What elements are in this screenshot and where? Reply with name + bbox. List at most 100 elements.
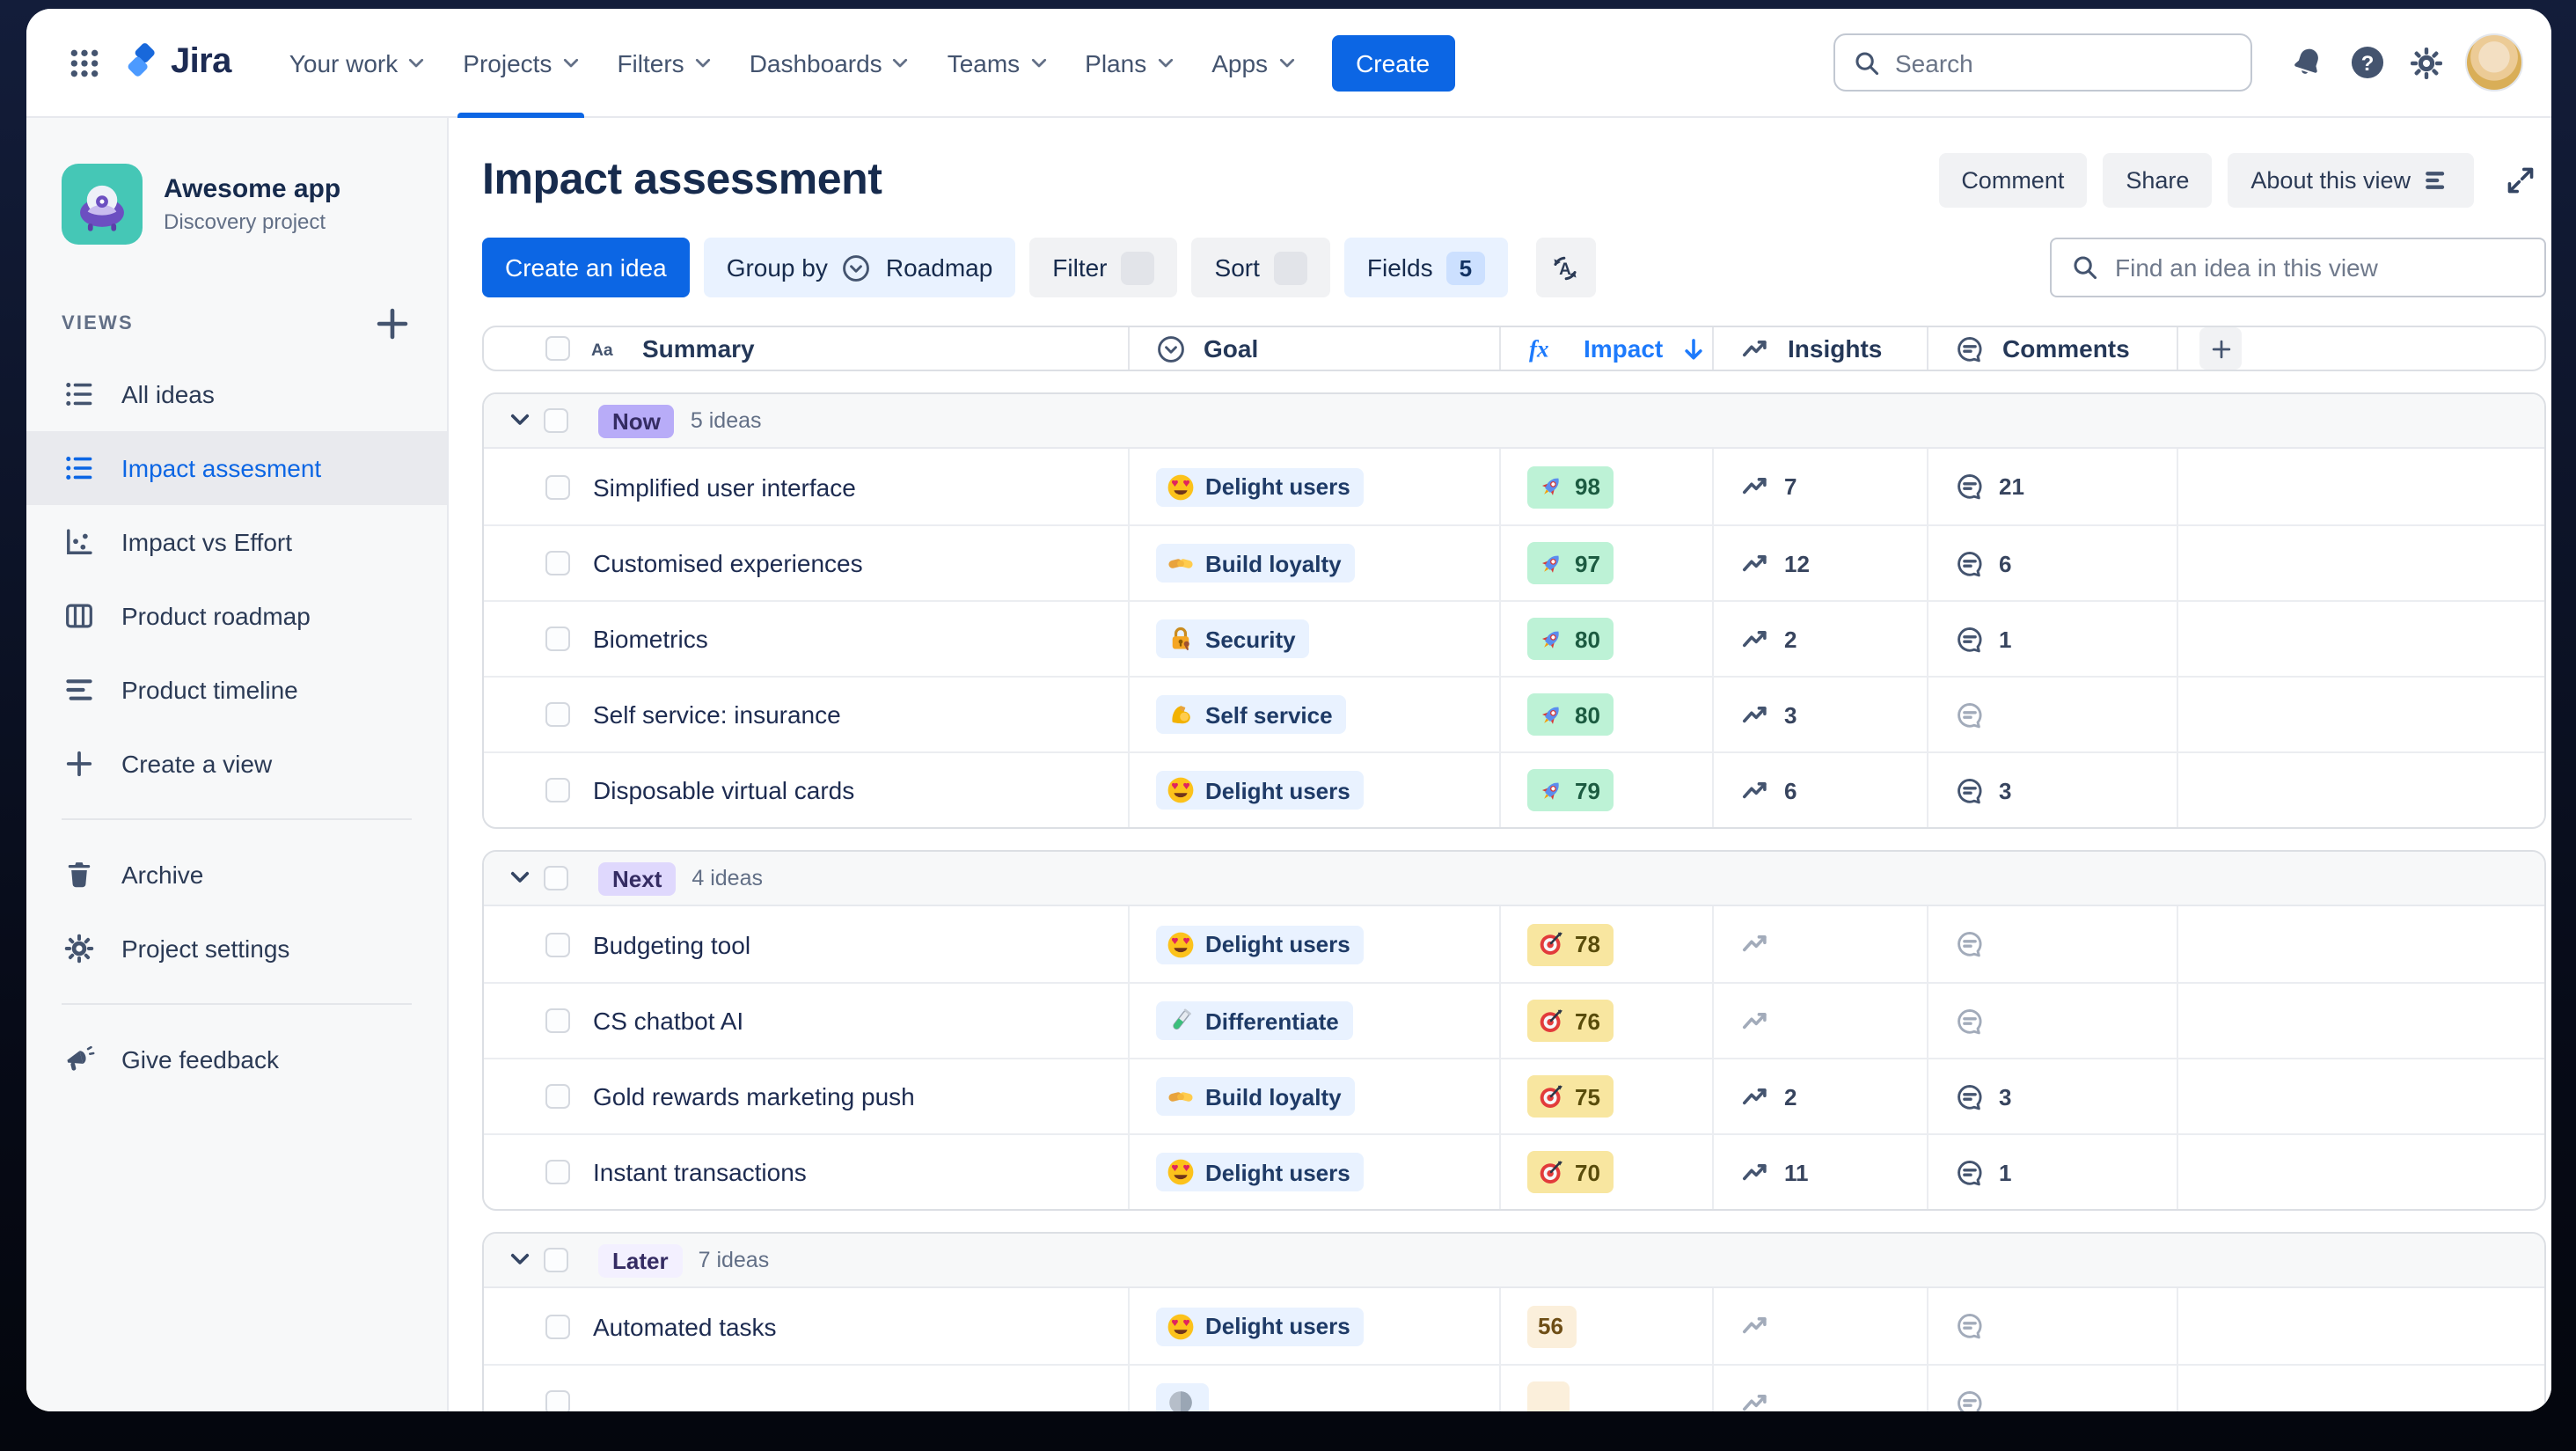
table-row[interactable]: Disposable virtual cards Delight users 79 6… bbox=[484, 751, 2544, 827]
column-header-comments[interactable]: Comments bbox=[1927, 327, 2177, 370]
insights-cell[interactable]: 3 bbox=[1712, 678, 1927, 751]
row-checkbox[interactable] bbox=[545, 474, 570, 499]
table-row[interactable]: Biometrics Security 80 2 1 bbox=[484, 600, 2544, 676]
jira-logo[interactable]: Jira bbox=[121, 42, 231, 83]
group-checkbox[interactable] bbox=[544, 408, 568, 433]
table-row[interactable]: Automated tasks Delight users 56 bbox=[484, 1288, 2544, 1364]
impact-cell[interactable]: 79 bbox=[1499, 753, 1712, 827]
goal-cell[interactable]: Delight users bbox=[1128, 753, 1499, 827]
give-feedback-button[interactable]: Give feedback bbox=[26, 1022, 447, 1096]
select-all-checkbox[interactable] bbox=[545, 336, 570, 361]
row-checkbox[interactable] bbox=[545, 1314, 570, 1338]
sidebar-item-product-timeline[interactable]: Product timeline bbox=[26, 653, 447, 727]
create-an-idea-button[interactable]: Create an idea bbox=[482, 238, 690, 297]
table-row[interactable] bbox=[484, 1364, 2544, 1411]
row-checkbox[interactable] bbox=[545, 702, 570, 727]
table-row[interactable]: Simplified user interface Delight users 98… bbox=[484, 449, 2544, 524]
sort-button[interactable]: Sort bbox=[1191, 238, 1330, 297]
comments-cell[interactable]: 21 bbox=[1927, 449, 2177, 524]
comments-cell[interactable]: 1 bbox=[1927, 602, 2177, 676]
comments-cell[interactable]: 3 bbox=[1927, 1059, 2177, 1133]
row-checkbox[interactable] bbox=[545, 551, 570, 575]
goal-cell[interactable]: Differentiate bbox=[1128, 984, 1499, 1058]
table-row[interactable]: Self service: insurance Self service 80 3 bbox=[484, 676, 2544, 751]
sidebar-item-impact-vs-effort[interactable]: Impact vs Effort bbox=[26, 505, 447, 579]
group-by-button[interactable]: Group by Roadmap bbox=[703, 238, 1016, 297]
goal-cell[interactable]: Delight users bbox=[1128, 906, 1499, 982]
goal-cell[interactable]: Delight users bbox=[1128, 1288, 1499, 1364]
sidebar-item-project-settings[interactable]: Project settings bbox=[26, 912, 447, 986]
table-row[interactable]: Instant transactions Delight users 70 11 1 bbox=[484, 1133, 2544, 1209]
comment-button[interactable]: Comment bbox=[1938, 153, 2088, 208]
row-checkbox[interactable] bbox=[545, 1084, 570, 1109]
help-icon[interactable]: ? bbox=[2337, 33, 2397, 92]
comments-cell[interactable] bbox=[1927, 984, 2177, 1058]
fullscreen-expand-icon[interactable] bbox=[2493, 154, 2546, 207]
find-idea-search[interactable] bbox=[2050, 238, 2546, 297]
comments-cell[interactable] bbox=[1927, 906, 2177, 982]
insights-cell[interactable] bbox=[1712, 984, 1927, 1058]
column-header-goal[interactable]: Goal bbox=[1128, 327, 1499, 370]
impact-cell[interactable] bbox=[1499, 1366, 1712, 1411]
comments-cell[interactable] bbox=[1927, 1366, 2177, 1411]
impact-cell[interactable]: 98 bbox=[1499, 449, 1712, 524]
impact-cell[interactable]: 56 bbox=[1499, 1288, 1712, 1364]
filter-button[interactable]: Filter bbox=[1029, 238, 1178, 297]
table-row[interactable]: Gold rewards marketing push Build loyalty… bbox=[484, 1058, 2544, 1133]
insights-cell[interactable] bbox=[1712, 906, 1927, 982]
impact-cell[interactable]: 75 bbox=[1499, 1059, 1712, 1133]
sidebar-item-impact-assesment[interactable]: Impact assesment bbox=[26, 431, 447, 505]
nav-item-apps[interactable]: Apps bbox=[1192, 9, 1314, 117]
rank-sort-button[interactable]: A bbox=[1535, 238, 1596, 297]
table-row[interactable]: CS chatbot AI Differentiate 76 bbox=[484, 982, 2544, 1058]
fields-button[interactable]: Fields 5 bbox=[1343, 238, 1508, 297]
insights-cell[interactable]: 6 bbox=[1712, 753, 1927, 827]
insights-cell[interactable]: 7 bbox=[1712, 449, 1927, 524]
comments-cell[interactable]: 6 bbox=[1927, 526, 2177, 600]
group-checkbox[interactable] bbox=[544, 1248, 568, 1272]
about-this-view-button[interactable]: About this view bbox=[2228, 153, 2474, 208]
goal-cell[interactable] bbox=[1128, 1366, 1499, 1411]
impact-cell[interactable]: 80 bbox=[1499, 678, 1712, 751]
impact-cell[interactable]: 76 bbox=[1499, 984, 1712, 1058]
app-switcher-icon[interactable] bbox=[58, 36, 111, 89]
comments-cell[interactable]: 3 bbox=[1927, 753, 2177, 827]
add-view-plus-icon[interactable] bbox=[373, 304, 412, 343]
row-checkbox[interactable] bbox=[545, 1160, 570, 1184]
row-checkbox[interactable] bbox=[545, 778, 570, 802]
global-search[interactable] bbox=[1833, 33, 2252, 92]
goal-cell[interactable]: Build loyalty bbox=[1128, 1059, 1499, 1133]
insights-cell[interactable]: 11 bbox=[1712, 1135, 1927, 1209]
settings-gear-icon[interactable] bbox=[2397, 33, 2456, 92]
table-row[interactable]: Budgeting tool Delight users 78 bbox=[484, 906, 2544, 982]
insights-cell[interactable] bbox=[1712, 1366, 1927, 1411]
comments-cell[interactable] bbox=[1927, 678, 2177, 751]
add-column-button[interactable] bbox=[2199, 327, 2242, 370]
comments-cell[interactable] bbox=[1927, 1288, 2177, 1364]
nav-item-teams[interactable]: Teams bbox=[928, 9, 1065, 117]
nav-item-projects[interactable]: Projects bbox=[443, 9, 597, 117]
global-search-input[interactable] bbox=[1895, 48, 2233, 77]
column-header-insights[interactable]: Insights bbox=[1712, 327, 1927, 370]
goal-cell[interactable]: Delight users bbox=[1128, 1135, 1499, 1209]
table-row[interactable]: Customised experiences Build loyalty 97 12 6 bbox=[484, 524, 2544, 600]
user-avatar[interactable] bbox=[2465, 33, 2523, 92]
insights-cell[interactable] bbox=[1712, 1288, 1927, 1364]
insights-cell[interactable]: 12 bbox=[1712, 526, 1927, 600]
goal-cell[interactable]: Delight users bbox=[1128, 449, 1499, 524]
goal-cell[interactable]: Build loyalty bbox=[1128, 526, 1499, 600]
share-button[interactable]: Share bbox=[2103, 153, 2213, 208]
sidebar-item-all-ideas[interactable]: All ideas bbox=[26, 357, 447, 431]
impact-cell[interactable]: 78 bbox=[1499, 906, 1712, 982]
create-button[interactable]: Create bbox=[1331, 34, 1455, 91]
goal-cell[interactable]: Security bbox=[1128, 602, 1499, 676]
goal-cell[interactable]: Self service bbox=[1128, 678, 1499, 751]
row-checkbox[interactable] bbox=[545, 932, 570, 956]
sidebar-item-archive[interactable]: Archive bbox=[26, 838, 447, 912]
comments-cell[interactable]: 1 bbox=[1927, 1135, 2177, 1209]
impact-cell[interactable]: 70 bbox=[1499, 1135, 1712, 1209]
row-checkbox[interactable] bbox=[545, 627, 570, 651]
column-header-impact[interactable]: fx Impact bbox=[1499, 327, 1712, 370]
impact-cell[interactable]: 80 bbox=[1499, 602, 1712, 676]
insights-cell[interactable]: 2 bbox=[1712, 602, 1927, 676]
